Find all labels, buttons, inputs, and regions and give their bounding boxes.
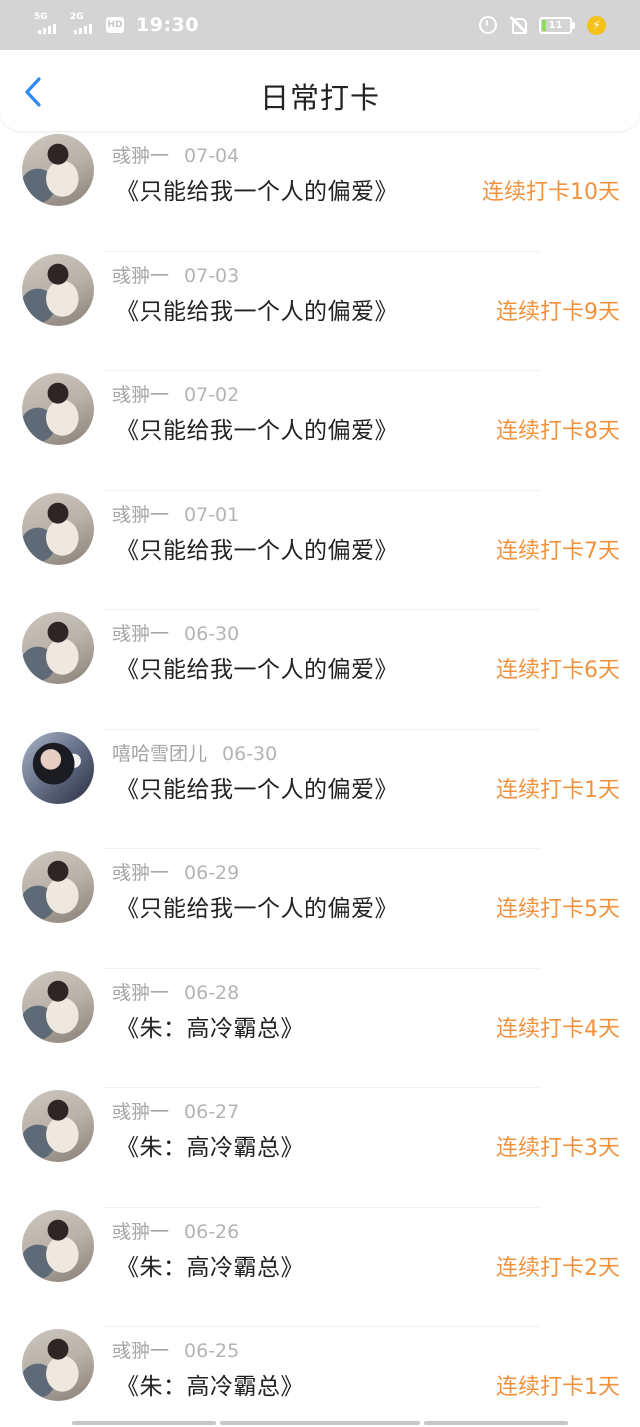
book-title[interactable]: 《只能给我一个人的偏爱》 [116,411,398,445]
checkin-list-item[interactable]: 彧翀一 06-25 《朱：高冷霸总》 连续打卡1天 [0,1327,640,1427]
streak-label: 连续打卡4天 [496,1016,620,1042]
checkin-date: 07-04 [184,145,240,167]
battery-icon: 11 [539,16,575,34]
checkin-date: 07-03 [184,264,240,287]
user-name[interactable]: 彧翀一 [112,145,169,167]
avatar[interactable] [22,253,94,326]
streak-label: 连续打卡10天 [482,180,620,205]
checkin-date: 06-26 [184,1220,240,1243]
checkin-date: 06-29 [184,862,240,884]
streak-label: 连续打卡5天 [496,897,620,922]
user-name[interactable]: 彧翀一 [112,982,169,1004]
book-title[interactable]: 《只能给我一个人的偏爱》 [116,531,398,565]
book-title[interactable]: 《朱：高冷霸总》 [116,1009,304,1043]
status-right: 11 ⚡ [479,15,606,35]
checkin-list-item[interactable]: 彧翀一 06-30 《只能给我一个人的偏爱》 连续打卡6天 [0,610,640,730]
network-type-label: 5G [34,12,48,22]
checkin-date: 06-30 [184,623,240,645]
streak-label: 连续打卡3天 [496,1136,620,1161]
checkin-list-item[interactable]: 彧翀一 06-26 《朱：高冷霸总》 连续打卡2天 [0,1208,640,1327]
user-name[interactable]: 彧翀一 [112,1101,169,1123]
page-title: 日常打卡 [259,81,380,115]
scroll-indicator [0,1419,640,1427]
avatar[interactable] [22,1209,94,1282]
user-name[interactable]: 彧翀一 [112,1340,169,1362]
checkin-list-item[interactable]: 彧翀一 06-27 《朱：高冷霸总》 连续打卡3天 [0,1088,640,1208]
checkin-list-item[interactable]: 彧翀一 06-29 《只能给我一个人的偏爱》 连续打卡5天 [0,849,640,969]
user-name[interactable]: 嘻哈雪团儿 [112,743,207,765]
avatar[interactable] [22,373,94,445]
checkin-list-item[interactable]: 嘻哈雪团儿 06-30 《只能给我一个人的偏爱》 连续打卡1天 [0,730,640,849]
streak-label: 连续打卡9天 [496,299,620,325]
checkin-meta: 彧翀一 06-26 [112,1217,239,1244]
checkin-meta: 彧翀一 07-01 [112,500,239,527]
checkin-meta: 彧翀一 07-02 [112,380,239,407]
checkin-meta: 彧翀一 06-29 [112,858,239,885]
checkin-list-item[interactable]: 彧翀一 06-28 《朱：高冷霸总》 连续打卡4天 [0,969,640,1088]
avatar[interactable] [22,492,94,565]
signal-icon: 2G [70,12,100,38]
avatar[interactable] [22,970,94,1043]
checkin-list: 彧翀一 07-04 《只能给我一个人的偏爱》 连续打卡10天 彧翀一 07-03 《只能给我… [0,132,640,1427]
user-name[interactable]: 彧翀一 [112,623,169,645]
book-title[interactable]: 《朱：高冷霸总》 [116,1367,304,1401]
avatar[interactable] [22,851,94,923]
user-name[interactable]: 彧翀一 [112,504,169,526]
user-name[interactable]: 彧翀一 [112,862,169,884]
streak-label: 连续打卡1天 [496,777,620,803]
streak-label: 连续打卡2天 [496,1255,620,1281]
checkin-meta: 嘻哈雪团儿 06-30 [112,739,277,766]
checkin-list-item[interactable]: 彧翀一 07-04 《只能给我一个人的偏爱》 连续打卡10天 [0,132,640,252]
checkin-date: 06-25 [184,1340,240,1362]
battery-level: 11 [548,19,563,31]
avatar[interactable] [22,1329,94,1401]
checkin-meta: 彧翀一 07-03 [112,261,239,288]
streak-label: 连续打卡6天 [496,658,620,683]
checkin-list-item[interactable]: 彧翀一 07-01 《只能给我一个人的偏爱》 连续打卡7天 [0,491,640,610]
user-name[interactable]: 彧翀一 [112,384,169,406]
book-title[interactable]: 《只能给我一个人的偏爱》 [116,650,398,684]
avatar[interactable] [22,731,94,804]
book-title[interactable]: 《只能给我一个人的偏爱》 [116,292,398,326]
hd-icon: HD [106,17,124,33]
checkin-date: 06-28 [184,981,240,1004]
user-name[interactable]: 彧翀一 [112,265,169,287]
charging-icon: ⚡ [587,15,606,35]
book-title[interactable]: 《只能给我一个人的偏爱》 [116,770,398,804]
status-bar: 5G 2G HD 19:30 11 ⚡ [0,0,640,50]
signal-icon: 5G [34,12,64,38]
alarm-icon [479,16,497,34]
checkin-date: 06-30 [222,742,278,765]
book-title[interactable]: 《朱：高冷霸总》 [116,1128,304,1162]
checkin-meta: 彧翀一 06-30 [112,619,239,646]
status-time: 19:30 [136,14,199,36]
streak-label: 连续打卡7天 [496,538,620,564]
mute-icon [509,16,527,34]
checkin-meta: 彧翀一 06-28 [112,978,239,1005]
network-type-label: 2G [70,12,84,22]
avatar[interactable] [22,612,94,684]
checkin-list-item[interactable]: 彧翀一 07-03 《只能给我一个人的偏爱》 连续打卡9天 [0,252,640,371]
avatar[interactable] [22,1090,94,1162]
checkin-list-item[interactable]: 彧翀一 07-02 《只能给我一个人的偏爱》 连续打卡8天 [0,371,640,491]
book-title[interactable]: 《朱：高冷霸总》 [116,1248,304,1282]
user-name[interactable]: 彧翀一 [112,1221,169,1243]
nav-bar: 日常打卡 [0,50,640,132]
checkin-meta: 彧翀一 06-25 [112,1336,239,1363]
status-left: 5G 2G HD 19:30 [34,12,199,38]
checkin-date: 07-02 [184,384,240,406]
book-title[interactable]: 《只能给我一个人的偏爱》 [116,172,398,206]
checkin-date: 06-27 [184,1101,240,1123]
streak-label: 连续打卡8天 [496,419,620,444]
checkin-date: 07-01 [184,503,240,526]
checkin-meta: 彧翀一 06-27 [112,1097,239,1124]
book-title[interactable]: 《只能给我一个人的偏爱》 [116,889,398,923]
streak-label: 连续打卡1天 [496,1375,620,1400]
